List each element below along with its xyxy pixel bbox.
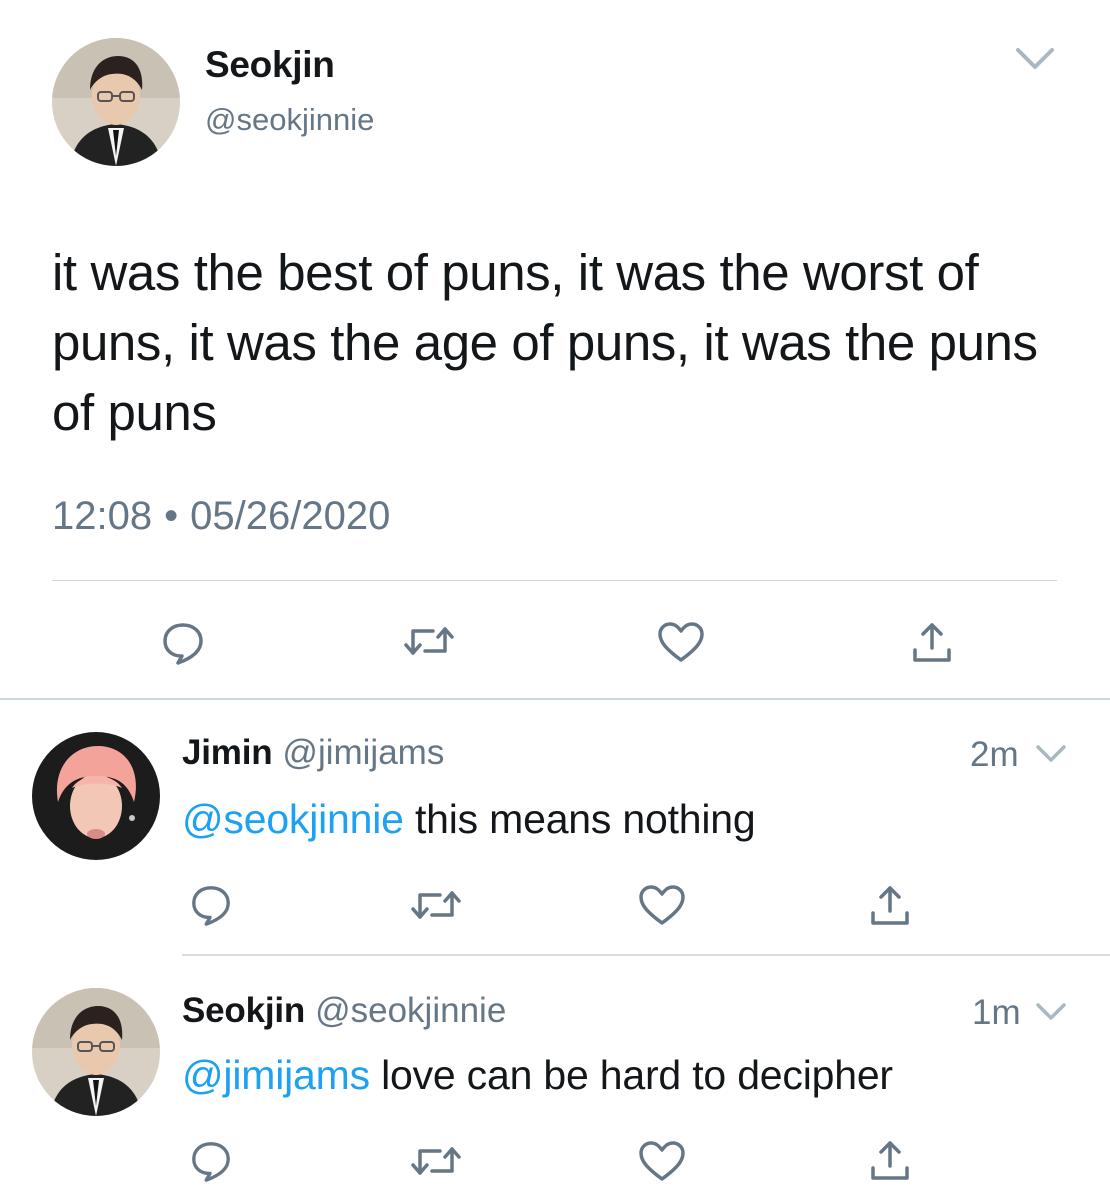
like-icon[interactable] (656, 621, 706, 663)
tweet-time: 12:08 (52, 494, 153, 538)
retweet-icon[interactable] (403, 621, 455, 661)
retweet-icon[interactable] (410, 1141, 462, 1181)
reply-text: @seokjinnie this means nothing (182, 796, 756, 843)
divider (182, 954, 1110, 956)
chevron-down-icon[interactable] (1012, 44, 1058, 74)
divider (0, 698, 1110, 700)
mention-link[interactable]: @jimijams (182, 1052, 370, 1098)
tweet-timestamp[interactable]: 12:08 • 05/26/2020 (52, 494, 390, 539)
author-handle[interactable]: @seokjinnie (315, 991, 506, 1030)
reply-time: 2m (970, 735, 1019, 774)
author-name[interactable]: Seokjin (205, 44, 335, 86)
divider (52, 580, 1057, 581)
like-icon[interactable] (637, 1140, 687, 1182)
separator-dot: • (164, 494, 179, 538)
author-name[interactable]: Jimin (182, 733, 273, 772)
reply-author[interactable]: Jimin @jimijams (182, 733, 444, 773)
mention-link[interactable]: @seokjinnie (182, 796, 404, 842)
avatar[interactable] (32, 988, 160, 1116)
chevron-down-icon[interactable] (1034, 742, 1068, 766)
retweet-icon[interactable] (410, 885, 462, 925)
reply-time: 1m (972, 993, 1021, 1032)
avatar[interactable] (32, 732, 160, 860)
reply-text: @jimijams love can be hard to decipher (182, 1052, 893, 1099)
chevron-down-icon[interactable] (1034, 1000, 1068, 1024)
author-name[interactable]: Seokjin (182, 991, 305, 1030)
reply-author[interactable]: Seokjin @seokjinnie (182, 991, 506, 1031)
author-handle[interactable]: @jimijams (282, 733, 444, 772)
reply-icon[interactable] (189, 1139, 233, 1183)
author-handle[interactable]: @seokjinnie (205, 102, 374, 138)
reply-body: this means nothing (403, 796, 756, 842)
like-icon[interactable] (637, 884, 687, 926)
avatar[interactable] (52, 38, 180, 166)
reply-icon[interactable] (189, 883, 233, 927)
share-icon[interactable] (910, 620, 954, 666)
share-icon[interactable] (868, 883, 912, 929)
tweet-date: 05/26/2020 (190, 494, 391, 538)
tweet-text: it was the best of puns, it was the wors… (52, 244, 1038, 441)
share-icon[interactable] (868, 1138, 912, 1184)
reply-body: love can be hard to decipher (369, 1052, 893, 1098)
reply-icon[interactable] (160, 620, 206, 666)
